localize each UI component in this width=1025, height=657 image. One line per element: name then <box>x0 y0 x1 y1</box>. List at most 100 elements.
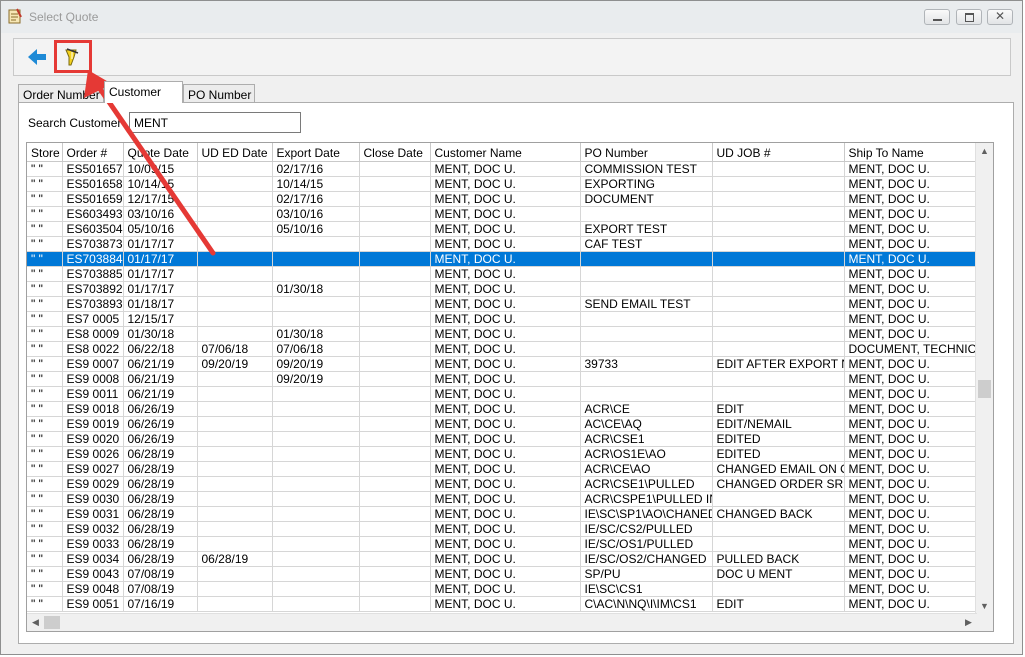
close-button[interactable]: ✕ <box>987 9 1013 25</box>
table-cell <box>197 161 273 177</box>
table-row[interactable]: " " ES9 0011 06/21/19 MENT, DOC U. MENT, DOC… <box>27 386 978 402</box>
table-cell <box>712 221 845 237</box>
column-header[interactable]: Close Date <box>359 143 431 162</box>
column-header[interactable]: Customer Name <box>430 143 581 162</box>
table-row[interactable]: " " ES9 0020 06/26/19 MENT, DOC U. ACR\CSE1 E… <box>27 431 978 447</box>
table-row[interactable]: " " ES703893 01/18/17 MENT, DOC U. SEND EMAI… <box>27 296 978 312</box>
table-cell <box>359 431 431 447</box>
horizontal-scroll-thumb[interactable] <box>44 616 60 629</box>
table-cell: ACR\CSPE1\PULLED IN F <box>580 491 713 507</box>
table-cell: " " <box>27 581 63 597</box>
table-row[interactable]: " " ES703892 01/17/17 01/30/18 MENT, DOC U. M… <box>27 281 978 297</box>
scroll-corner <box>976 614 993 631</box>
table-row[interactable]: " " ES603504 05/10/16 05/10/16 MENT, DOC U. E… <box>27 221 978 237</box>
search-customer-input[interactable] <box>129 112 301 133</box>
table-row[interactable]: " " ES501659 12/17/15 02/17/16 MENT, DOC U. D… <box>27 191 978 207</box>
table-cell: ES703892 <box>62 281 124 297</box>
table-cell <box>359 296 431 312</box>
column-header[interactable]: Order # <box>62 143 124 162</box>
table-cell: ES703893 <box>62 296 124 312</box>
table-cell <box>359 566 431 582</box>
table-cell <box>359 341 431 357</box>
table-cell: CAF TEST <box>580 236 713 252</box>
table-row[interactable]: " " ES7 0005 12/15/17 MENT, DOC U. MENT, DOC… <box>27 311 978 327</box>
table-row[interactable]: " " ES9 0043 07/08/19 MENT, DOC U. SP/PU DOC … <box>27 566 978 582</box>
table-cell <box>359 311 431 327</box>
tab-po-number[interactable]: PO Number <box>183 84 255 103</box>
table-row[interactable]: " " ES501657 10/09/15 02/17/16 MENT, DOC U. C… <box>27 161 978 177</box>
column-header[interactable]: Quote Date <box>123 143 198 162</box>
table-row[interactable]: " " ES9 0019 06/26/19 MENT, DOC U. AC\CE\AQ E… <box>27 416 978 432</box>
scroll-left-icon[interactable]: ◀ <box>27 614 44 631</box>
table-cell <box>272 236 360 252</box>
table-cell: MENT, DOC U. <box>430 536 581 552</box>
table-cell: " " <box>27 401 63 417</box>
table-row[interactable]: " " ES9 0051 07/16/19 MENT, DOC U. C\AC\N\NQ… <box>27 596 978 612</box>
flashlight-icon[interactable] <box>63 47 81 67</box>
table-cell: MENT, DOC U. <box>844 461 978 477</box>
table-cell <box>712 266 845 282</box>
column-header[interactable]: Store <box>27 143 63 162</box>
table-cell: 09/20/19 <box>272 356 360 372</box>
table-row[interactable]: " " ES9 0030 06/28/19 MENT, DOC U. ACR\CSPE1… <box>27 491 978 507</box>
column-header[interactable]: UD ED Date <box>197 143 273 162</box>
highlight-box <box>54 40 92 73</box>
table-cell: 06/26/19 <box>123 416 198 432</box>
table-row[interactable]: " " ES9 0031 06/28/19 MENT, DOC U. IE\SC\SP1… <box>27 506 978 522</box>
horizontal-scrollbar[interactable]: ◀ ▶ <box>27 613 977 631</box>
table-cell: MENT, DOC U. <box>844 251 978 267</box>
table-cell <box>712 191 845 207</box>
table-row[interactable]: " " ES703873 01/17/17 MENT, DOC U. CAF TEST M… <box>27 236 978 252</box>
table-cell: MENT, DOC U. <box>844 416 978 432</box>
scroll-up-icon[interactable]: ▲ <box>976 143 993 160</box>
column-header[interactable]: UD JOB # <box>712 143 845 162</box>
table-cell <box>272 251 360 267</box>
table-cell <box>580 266 713 282</box>
table-row[interactable]: " " ES9 0026 06/28/19 MENT, DOC U. ACR\OS1E\… <box>27 446 978 462</box>
table-row[interactable]: " " ES9 0007 06/21/19 09/20/19 09/20/19 MENT,… <box>27 356 978 372</box>
table-cell: IE\SC\SP1\AO\CHANED <box>580 506 713 522</box>
table-cell: ES9 0043 <box>62 566 124 582</box>
column-header[interactable]: Export Date <box>272 143 360 162</box>
table-cell: ES9 0051 <box>62 596 124 612</box>
table-cell: ACR\OS1E\AO <box>580 446 713 462</box>
table-row[interactable]: " " ES9 0027 06/28/19 MENT, DOC U. ACR\CE\AO… <box>27 461 978 477</box>
vertical-scroll-thumb[interactable] <box>978 380 991 398</box>
table-row[interactable]: " " ES9 0033 06/28/19 MENT, DOC U. IE/SC/OS1… <box>27 536 978 552</box>
table-row[interactable]: " " ES703885 01/17/17 MENT, DOC U. MENT, DOC… <box>27 266 978 282</box>
scroll-down-icon[interactable]: ▼ <box>976 598 993 615</box>
table-cell <box>197 476 273 492</box>
table-cell: MENT, DOC U. <box>430 476 581 492</box>
table-row[interactable]: " " ES9 0029 06/28/19 MENT, DOC U. ACR\CSE1\… <box>27 476 978 492</box>
maximize-button[interactable] <box>956 9 982 25</box>
table-cell <box>197 521 273 537</box>
table-row[interactable]: " " ES501658 10/14/15 10/14/15 MENT, DOC U. E… <box>27 176 978 192</box>
table-cell: 06/28/19 <box>123 506 198 522</box>
back-arrow-icon[interactable] <box>26 46 48 68</box>
table-cell <box>197 401 273 417</box>
table-row[interactable]: " " ES9 0032 06/28/19 MENT, DOC U. IE/SC/CS2… <box>27 521 978 537</box>
table-cell: ES9 0019 <box>62 416 124 432</box>
table-cell <box>197 461 273 477</box>
scroll-right-icon[interactable]: ▶ <box>960 614 977 631</box>
table-cell <box>359 326 431 342</box>
table-row[interactable]: " " ES9 0034 06/28/19 06/28/19 MENT, DOC U. I… <box>27 551 978 567</box>
table-cell: MENT, DOC U. <box>844 371 978 387</box>
table-row[interactable]: " " ES603493 03/10/16 03/10/16 MENT, DOC U. M… <box>27 206 978 222</box>
table-row[interactable]: " " ES9 0008 06/21/19 09/20/19 MENT, DOC U. M… <box>27 371 978 387</box>
table-cell <box>712 281 845 297</box>
table-cell: 06/22/18 <box>123 341 198 357</box>
column-header[interactable]: Ship To Name <box>844 143 978 162</box>
table-row[interactable]: " " ES9 0048 07/08/19 MENT, DOC U. IE\SC\CS1… <box>27 581 978 597</box>
table-row[interactable]: " " ES9 0018 06/26/19 MENT, DOC U. ACR\CE EDI… <box>27 401 978 417</box>
table-row[interactable]: " " ES8 0022 06/22/18 07/06/18 07/06/18 MENT,… <box>27 341 978 357</box>
column-header[interactable]: PO Number <box>580 143 713 162</box>
vertical-scrollbar[interactable]: ▲ ▼ <box>975 143 993 615</box>
table-row[interactable]: " " ES8 0009 01/30/18 01/30/18 MENT, DOC U. M… <box>27 326 978 342</box>
table-row[interactable]: " " ES703884 01/17/17 MENT, DOC U. MENT, DOC… <box>27 251 978 267</box>
tab-customer[interactable]: Customer <box>104 81 183 103</box>
table-cell: " " <box>27 236 63 252</box>
table-cell: MENT, DOC U. <box>430 206 581 222</box>
tab-order-number[interactable]: Order Number <box>18 84 104 103</box>
minimize-button[interactable] <box>924 9 950 25</box>
